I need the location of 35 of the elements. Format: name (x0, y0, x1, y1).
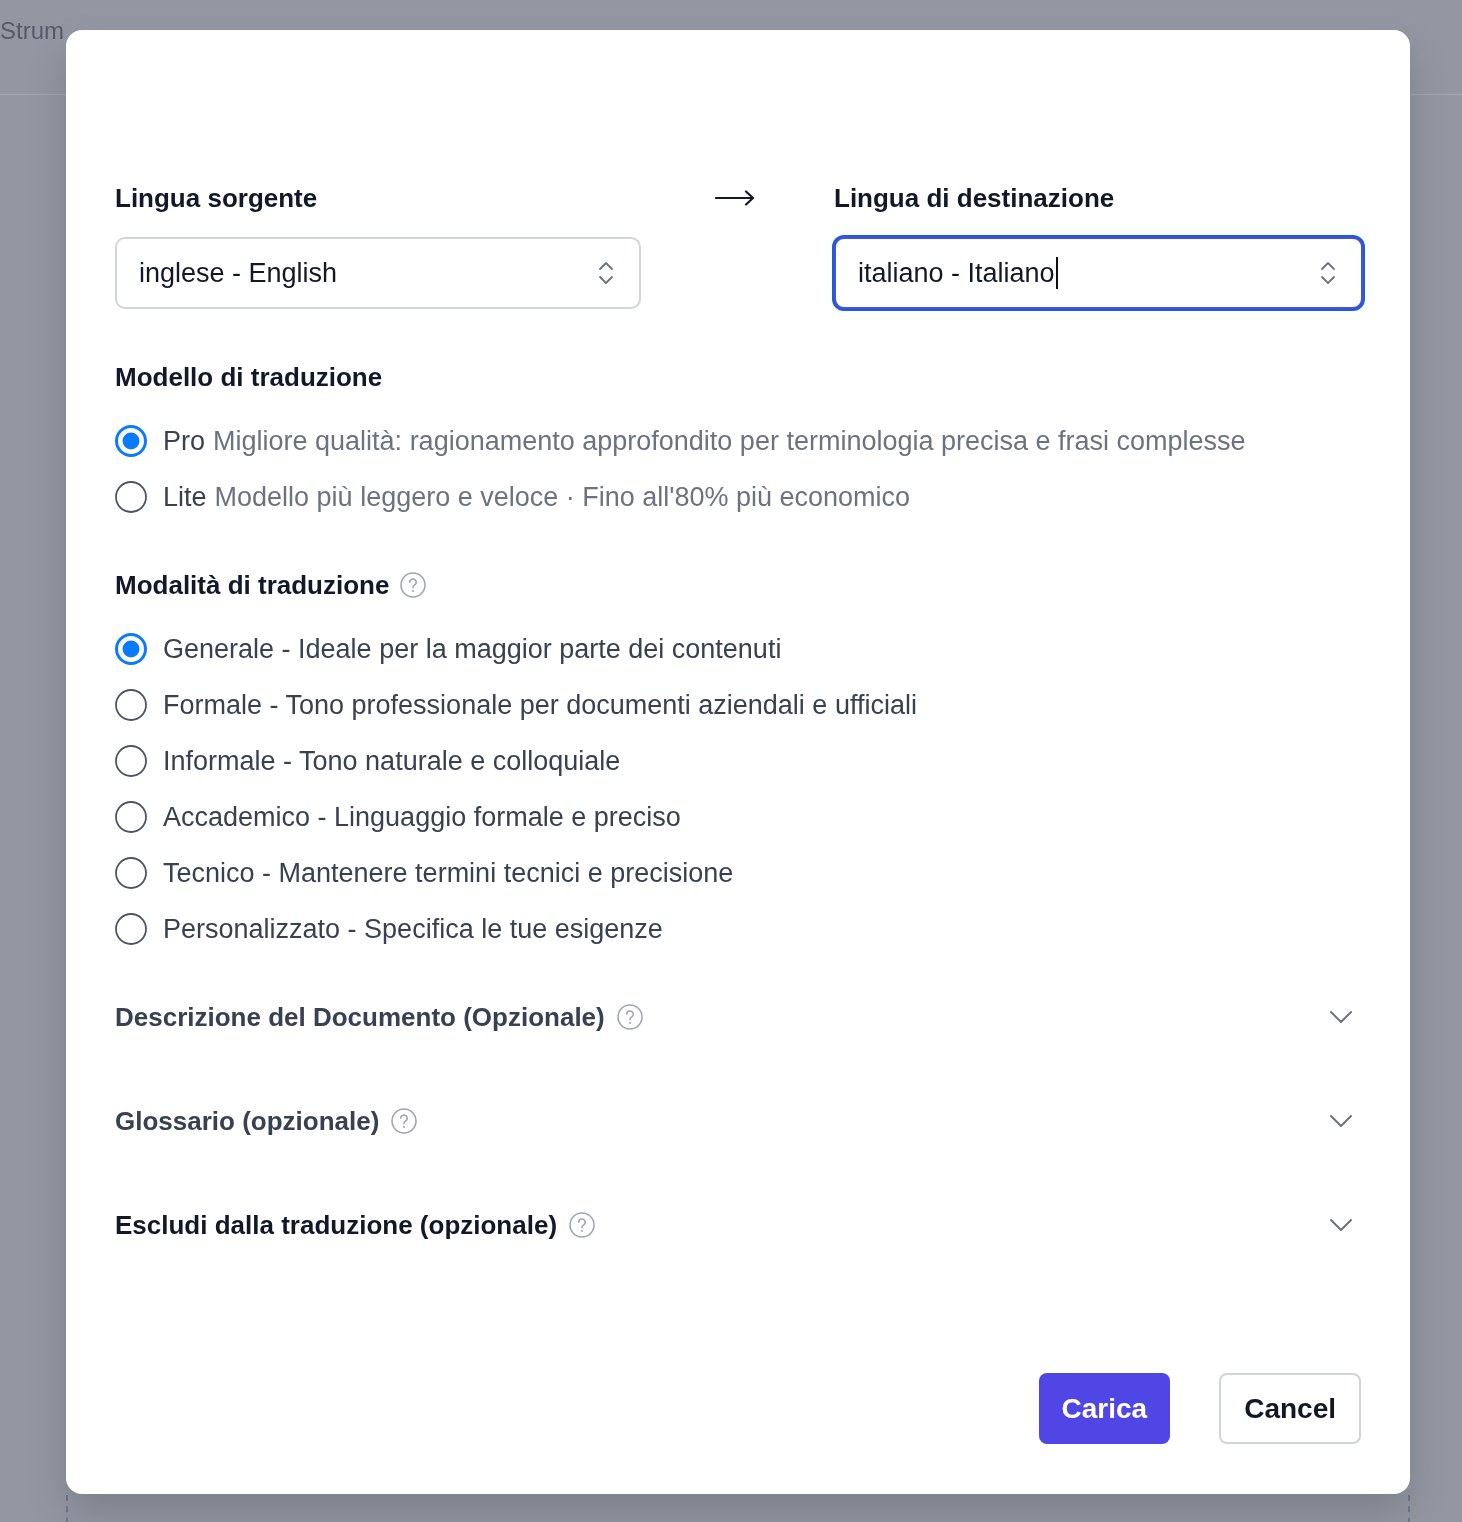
submit-button[interactable]: Carica (1038, 1373, 1171, 1444)
language-select[interactable]: italiano - Italiano (834, 237, 1363, 309)
field-label: Lingua di destinazione (834, 182, 1115, 215)
radio-button[interactable] (115, 913, 147, 945)
option-name: Pro (163, 425, 206, 458)
radio-button[interactable] (115, 633, 147, 665)
option-description: Migliore qualità: ragionamento approfondito per terminologia precisa e frasi complesse (213, 425, 1246, 458)
collapsible-section-header[interactable]: Descrizione del Documento (Opzionale) (115, 991, 1363, 1043)
option-label: Formale - Tono professionale per documenti aziendali e ufficiali (163, 689, 917, 722)
collapsible-section-header[interactable]: Escludi dalla traduzione (opzionale) (115, 1199, 1363, 1251)
language-select[interactable]: inglese - English (115, 237, 641, 309)
section-heading: Modello di traduzione (115, 361, 383, 394)
field-label: Lingua sorgente (115, 182, 318, 215)
cancel-button[interactable]: Cancel (1219, 1373, 1361, 1444)
arrow-right-icon (714, 190, 755, 206)
option-label: Generale - Ideale per la maggior parte dei contenuti (163, 633, 782, 666)
option-name: Lite (163, 481, 207, 514)
radio-button[interactable] (115, 481, 147, 513)
option-label: Personalizzato - Specifica le tue esigenze (163, 913, 663, 946)
option-label: Tecnico - Mantenere termini tecnici e precisione (163, 857, 734, 890)
chevron-down-icon (1329, 1218, 1353, 1232)
radio-button[interactable] (115, 857, 147, 889)
option-description: Modello più leggero e veloce · Fino all'80% più economico (214, 481, 911, 514)
radio-button[interactable] (115, 689, 147, 721)
chevron-down-icon (1329, 1010, 1353, 1024)
nav-menu-label: Strum (0, 16, 64, 46)
section-heading: Modalità di traduzione (115, 569, 390, 602)
collapsible-section-header[interactable]: Glossario (opzionale) (115, 1095, 1363, 1147)
option-label: Informale - Tono naturale e colloquiale (163, 745, 621, 778)
radio-button[interactable] (115, 745, 147, 777)
radio-button[interactable] (115, 425, 147, 457)
chevron-down-icon (1329, 1114, 1353, 1128)
radio-button[interactable] (115, 801, 147, 833)
option-label: Accademico - Linguaggio formale e preciso (163, 801, 681, 834)
text-cursor-icon (1055, 257, 1058, 289)
